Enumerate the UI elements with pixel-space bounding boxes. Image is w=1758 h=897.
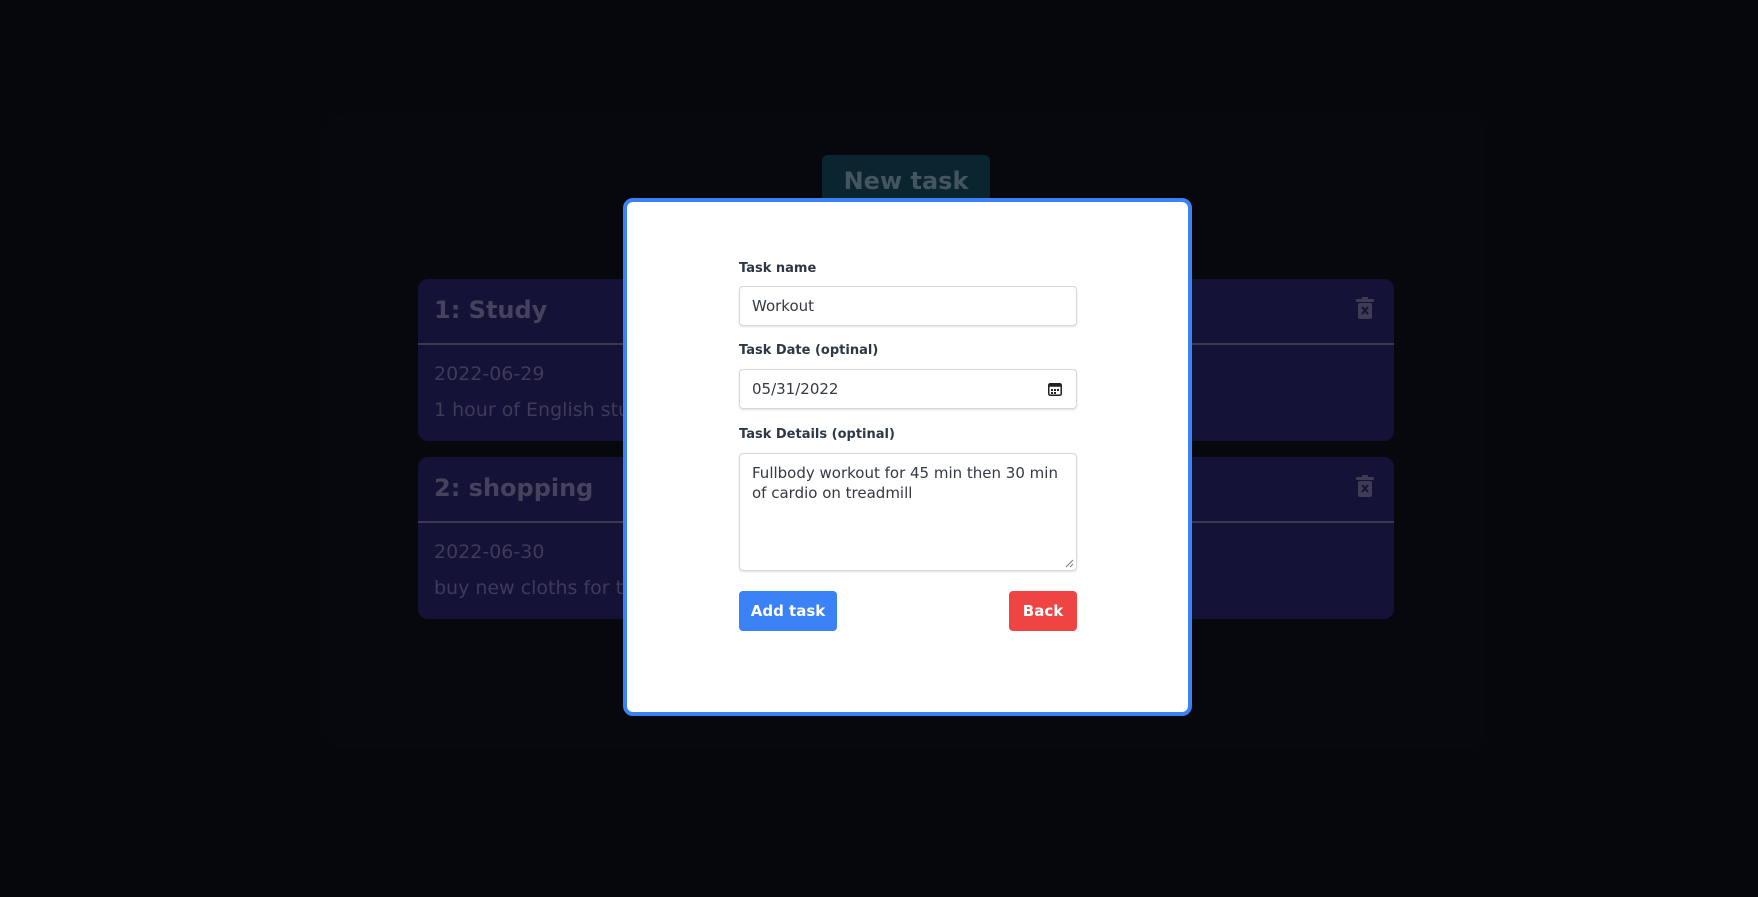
add-task-button[interactable]: Add task — [739, 591, 837, 631]
trash-icon[interactable] — [1356, 475, 1374, 497]
new-task-modal: Task name Workout Task Date (optinal) 05… — [623, 198, 1192, 716]
task-details-label: Task Details (optinal) — [739, 427, 895, 442]
task-description: 1 hour of English stud — [434, 399, 643, 421]
task-title: 2: shopping — [434, 474, 594, 502]
task-name-input[interactable]: Workout — [739, 286, 1077, 326]
task-date-label: Task Date (optinal) — [739, 343, 879, 358]
resize-grip-icon[interactable] — [1065, 559, 1074, 568]
page: New task 1: Study 2022-06-29 1 hour of E… — [0, 0, 1758, 897]
back-button[interactable]: Back — [1009, 591, 1077, 631]
task-title: 1: Study — [434, 296, 548, 324]
task-date-value: 05/31/2022 — [752, 380, 839, 398]
task-details-value: Fullbody workout for 45 min then 30 min … — [752, 464, 1058, 502]
task-date: 2022-06-29 — [434, 363, 545, 385]
task-description: buy new cloths for th — [434, 577, 636, 599]
task-date: 2022-06-30 — [434, 541, 545, 563]
task-details-textarea[interactable]: Fullbody workout for 45 min then 30 min … — [739, 453, 1077, 571]
task-date-input[interactable]: 05/31/2022 — [739, 369, 1077, 409]
trash-icon[interactable] — [1356, 297, 1374, 319]
task-name-label: Task name — [739, 261, 817, 276]
calendar-icon[interactable] — [1048, 382, 1062, 396]
